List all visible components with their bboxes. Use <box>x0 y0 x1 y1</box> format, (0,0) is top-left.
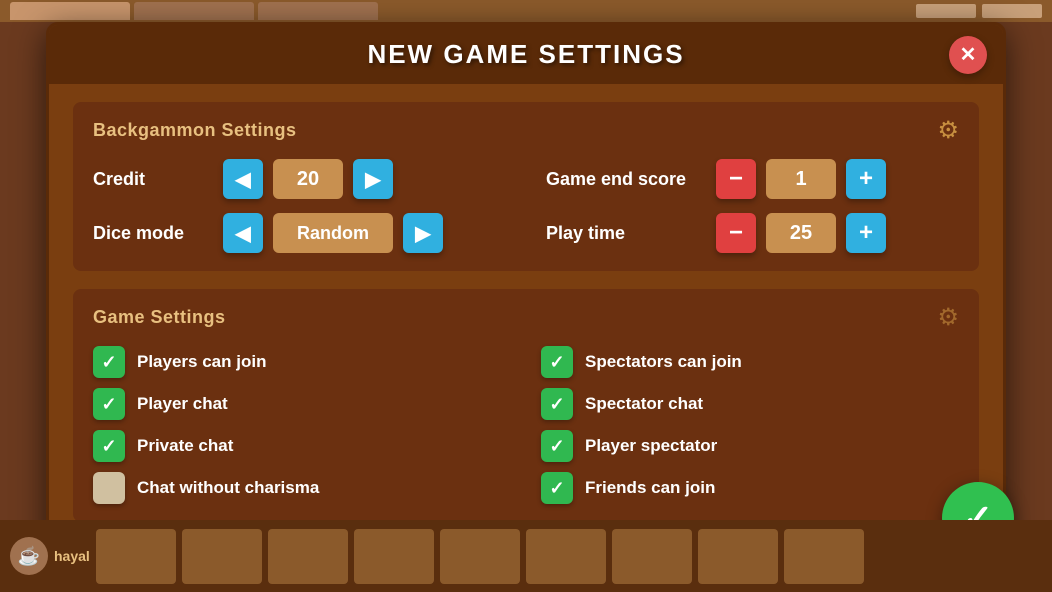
game-gear-icon: ⚙ <box>937 303 959 332</box>
username: hayal <box>54 548 90 564</box>
checkbox-item-player-spectator[interactable]: ✓ Player spectator <box>541 430 959 462</box>
top-btn-2[interactable] <box>982 4 1042 18</box>
tab-1[interactable] <box>10 2 130 20</box>
bottom-tab-5[interactable] <box>440 529 520 584</box>
dice-decrease-button[interactable]: ◀ <box>223 213 263 253</box>
backgammon-section-header: Backgammon Settings ⚙ <box>93 116 959 145</box>
checkbox-item-spectators-can-join[interactable]: ✓ Spectators can join <box>541 346 959 378</box>
bottom-tab-7[interactable] <box>612 529 692 584</box>
bottom-bar: ☕ hayal <box>0 520 1052 592</box>
right-arrow-icon: ▶ <box>365 167 380 192</box>
checkbox-label: Spectator chat <box>585 394 703 414</box>
play-time-increase-button[interactable]: + <box>846 213 886 253</box>
checkbox-checked-icon: ✓ <box>93 430 125 462</box>
dice-mode-label: Dice mode <box>93 223 213 244</box>
checkbox-label: Private chat <box>137 436 233 456</box>
play-time-value: 25 <box>766 213 836 253</box>
bottom-tab-6[interactable] <box>526 529 606 584</box>
credit-decrease-button[interactable]: ◀ <box>223 159 263 199</box>
play-time-decrease-button[interactable]: − <box>716 213 756 253</box>
user-info: ☕ hayal <box>10 537 90 575</box>
checkbox-checked-icon: ✓ <box>93 388 125 420</box>
top-right-controls <box>916 4 1042 18</box>
checkbox-item-private-chat[interactable]: ✓ Private chat <box>93 430 511 462</box>
bottom-tab-3[interactable] <box>268 529 348 584</box>
game-section-header: Game Settings ⚙ <box>93 303 959 332</box>
backgammon-controls-grid: Credit ◀ 20 ▶ Game end score − 1 + Dice … <box>93 159 959 253</box>
bottom-tab-9[interactable] <box>784 529 864 584</box>
checkbox-checked-icon: ✓ <box>541 346 573 378</box>
checkbox-item-player-chat[interactable]: ✓ Player chat <box>93 388 511 420</box>
bottom-tab-1[interactable] <box>96 529 176 584</box>
game-settings-section: Game Settings ⚙ ✓ Players can join ✓ Specta… <box>73 289 979 522</box>
avatar: ☕ <box>10 537 48 575</box>
top-btn-1[interactable] <box>916 4 976 18</box>
dice-mode-control: Dice mode ◀ Random ▶ <box>93 213 526 253</box>
play-time-label: Play time <box>546 223 706 244</box>
credit-control: Credit ◀ 20 ▶ <box>93 159 526 199</box>
checkbox-label: Player spectator <box>585 436 717 456</box>
left-arrow-icon-2: ◀ <box>235 221 250 246</box>
checkbox-checked-icon: ✓ <box>93 346 125 378</box>
credit-value: 20 <box>273 159 343 199</box>
tab-3[interactable] <box>258 2 378 20</box>
checkbox-checked-icon: ✓ <box>541 388 573 420</box>
bottom-tab-4[interactable] <box>354 529 434 584</box>
modal-title-bar: NEW GAME SETTINGS ✕ <box>49 25 1003 84</box>
checkbox-item-chat-without-charisma[interactable]: Chat without charisma <box>93 472 511 504</box>
checkbox-item-spectator-chat[interactable]: ✓ Spectator chat <box>541 388 959 420</box>
backgammon-settings-section: Backgammon Settings ⚙ Credit ◀ 20 ▶ Game… <box>73 102 979 271</box>
checkbox-label: Spectators can join <box>585 352 742 372</box>
bottom-tab-2[interactable] <box>182 529 262 584</box>
game-section-title: Game Settings <box>93 307 226 328</box>
left-arrow-icon: ◀ <box>235 167 250 192</box>
checkbox-label: Chat without charisma <box>137 478 319 498</box>
top-tabs <box>10 2 378 20</box>
new-game-settings-modal: NEW GAME SETTINGS ✕ Backgammon Settings … <box>46 22 1006 549</box>
game-end-decrease-button[interactable]: − <box>716 159 756 199</box>
game-end-increase-button[interactable]: + <box>846 159 886 199</box>
credit-label: Credit <box>93 169 213 190</box>
play-time-control: Play time − 25 + <box>526 213 959 253</box>
checkbox-label: Friends can join <box>585 478 715 498</box>
checkbox-item-players-can-join[interactable]: ✓ Players can join <box>93 346 511 378</box>
checkbox-checked-icon: ✓ <box>541 472 573 504</box>
right-arrow-icon-2: ▶ <box>415 221 430 246</box>
top-bar <box>0 0 1052 22</box>
credit-increase-button[interactable]: ▶ <box>353 159 393 199</box>
bottom-tab-8[interactable] <box>698 529 778 584</box>
dice-value: Random <box>273 213 393 253</box>
checkbox-label: Player chat <box>137 394 228 414</box>
checkbox-item-friends-can-join[interactable]: ✓ Friends can join <box>541 472 959 504</box>
checkbox-checked-icon: ✓ <box>541 430 573 462</box>
dice-increase-button[interactable]: ▶ <box>403 213 443 253</box>
game-end-value: 1 <box>766 159 836 199</box>
checkbox-grid: ✓ Players can join ✓ Spectators can join ✓ Pl… <box>93 346 959 504</box>
checkbox-label: Players can join <box>137 352 266 372</box>
game-end-score-control: Game end score − 1 + <box>526 159 959 199</box>
tab-2[interactable] <box>134 2 254 20</box>
modal-title: NEW GAME SETTINGS <box>367 39 684 70</box>
checkbox-unchecked-icon <box>93 472 125 504</box>
backgammon-section-title: Backgammon Settings <box>93 120 297 141</box>
backgammon-gear-icon: ⚙ <box>937 116 959 145</box>
game-end-score-label: Game end score <box>546 169 706 190</box>
close-button[interactable]: ✕ <box>949 36 987 74</box>
